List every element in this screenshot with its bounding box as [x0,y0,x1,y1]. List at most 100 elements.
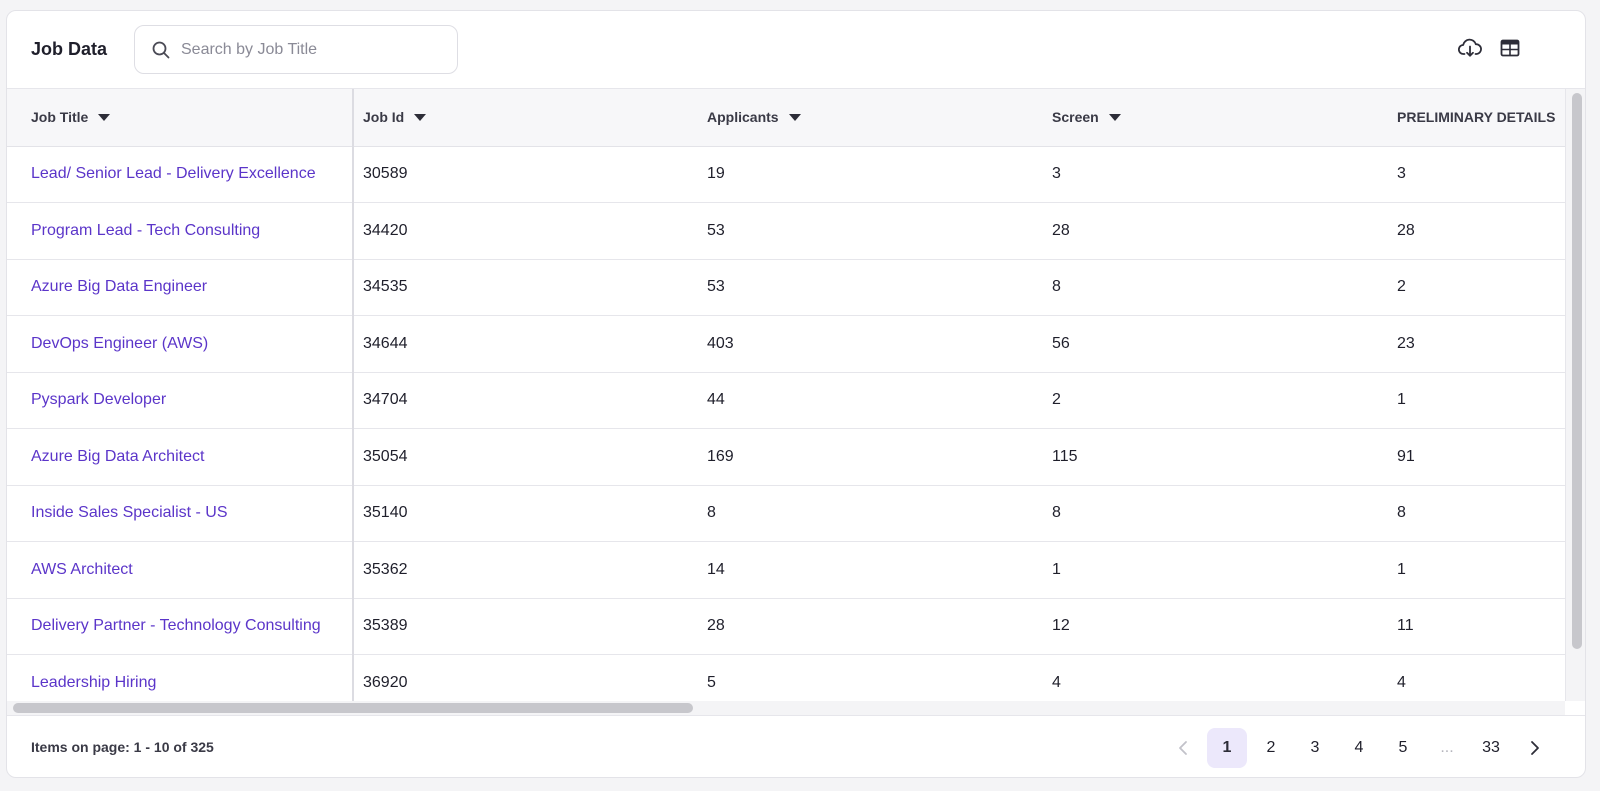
table-row: Azure Big Data Architect 35054 169 115 9… [7,428,1565,486]
page-button-2[interactable]: 2 [1251,728,1291,768]
items-on-page-label: Items on page: 1 - 10 of 325 [31,739,214,755]
applicants-cell: 169 [698,428,1043,486]
table-row: Azure Big Data Engineer 34535 53 8 2 [7,259,1565,316]
screen-cell: 28 [1043,202,1388,260]
table-columns-icon [1500,39,1520,62]
preliminary-cell: 11 [1388,598,1565,655]
cloud-download-icon [1457,37,1482,64]
applicants-cell: 53 [698,202,1043,260]
chevron-left-icon [1177,740,1189,756]
preliminary-cell: 23 [1388,315,1565,373]
page-button-3[interactable]: 3 [1295,728,1335,768]
job-table: Job Title Job Id Applicants Screen PRELI… [7,89,1565,701]
page-ellipsis: ... [1440,739,1454,756]
job-title-link[interactable]: Leadership Hiring [31,674,156,691]
col-header-applicants[interactable]: Applicants [698,89,1043,147]
job-id-cell: 34420 [353,202,698,260]
table-row: Pyspark Developer 34704 44 2 1 [7,372,1565,429]
job-data-card: Job Data Search by Job Title Job Title J… [6,10,1586,778]
screen-cell: 3 [1043,146,1388,203]
applicants-cell: 403 [698,315,1043,373]
screen-cell: 12 [1043,598,1388,655]
horizontal-scroll-thumb[interactable] [13,703,693,713]
screen-cell: 8 [1043,485,1388,542]
job-title-link[interactable]: Inside Sales Specialist - US [31,504,228,521]
preliminary-cell: 28 [1388,202,1565,260]
table-row: AWS Architect 35362 14 1 1 [7,541,1565,599]
preliminary-cell: 2 [1388,259,1565,316]
job-id-cell: 35140 [353,485,698,542]
sort-caret-icon[interactable] [1108,114,1121,122]
col-header-preliminary-details[interactable]: PRELIMINARY DETAILS [1388,89,1565,147]
job-id-cell: 30589 [353,146,698,203]
job-title-link[interactable]: Pyspark Developer [31,391,166,408]
job-title-link[interactable]: Lead/ Senior Lead - Delivery Excellence [31,165,316,182]
page-button-5[interactable]: 5 [1383,728,1423,768]
screen-cell: 56 [1043,315,1388,373]
preliminary-cell: 1 [1388,541,1565,599]
screen-cell: 2 [1043,372,1388,429]
screen-cell: 4 [1043,654,1388,701]
search-icon [151,40,171,60]
next-page-button[interactable] [1515,728,1555,768]
applicants-cell: 14 [698,541,1043,599]
search-box[interactable] [134,25,458,74]
page-button-33[interactable]: 33 [1471,728,1511,768]
applicants-cell: 19 [698,146,1043,203]
screen-cell: 115 [1043,428,1388,486]
job-id-cell: 34704 [353,372,698,429]
table-footer: Items on page: 1 - 10 of 325 1 2 3 4 5 .… [7,715,1585,777]
chevron-right-icon [1529,740,1541,756]
job-id-cell: 34644 [353,315,698,373]
search-input[interactable] [181,36,441,64]
table-row: Leadership Hiring 36920 5 4 4 [7,654,1565,701]
table-row: DevOps Engineer (AWS) 34644 403 56 23 [7,315,1565,373]
sort-caret-icon[interactable] [98,114,111,122]
sort-caret-icon[interactable] [788,114,801,122]
preliminary-cell: 8 [1388,485,1565,542]
preliminary-cell: 91 [1388,428,1565,486]
table-row: Inside Sales Specialist - US 35140 8 8 8 [7,485,1565,542]
job-id-cell: 36920 [353,654,698,701]
preliminary-cell: 1 [1388,372,1565,429]
preliminary-cell: 4 [1388,654,1565,701]
applicants-cell: 8 [698,485,1043,542]
col-header-job-id[interactable]: Job Id [353,89,698,147]
sort-caret-icon[interactable] [414,114,427,122]
vertical-scroll-thumb[interactable] [1572,93,1582,649]
pagination: 1 2 3 4 5 ... 33 [1159,728,1555,768]
page-button-4[interactable]: 4 [1339,728,1379,768]
job-title-link[interactable]: Program Lead - Tech Consulting [31,222,260,239]
card-header: Job Data [7,11,1585,89]
table-row: Program Lead - Tech Consulting 34420 53 … [7,202,1565,260]
applicants-cell: 28 [698,598,1043,655]
job-id-cell: 35389 [353,598,698,655]
applicants-cell: 44 [698,372,1043,429]
col-header-screen[interactable]: Screen [1043,89,1388,147]
vertical-scrollbar[interactable] [1565,89,1585,701]
job-id-cell: 35362 [353,541,698,599]
applicants-cell: 53 [698,259,1043,316]
table-row: Delivery Partner - Technology Consulting… [7,598,1565,655]
screen-cell: 8 [1043,259,1388,316]
job-title-link[interactable]: Azure Big Data Architect [31,448,204,465]
page-button-1[interactable]: 1 [1207,728,1247,768]
table-row: Lead/ Senior Lead - Delivery Excellence … [7,146,1565,203]
columns-button[interactable] [1497,38,1523,62]
horizontal-scrollbar[interactable] [7,701,1565,715]
job-id-cell: 34535 [353,259,698,316]
job-title-link[interactable]: AWS Architect [31,561,133,578]
col-header-job-title[interactable]: Job Title [7,89,354,147]
job-title-link[interactable]: DevOps Engineer (AWS) [31,335,208,352]
page-title: Job Data [31,39,108,59]
download-button[interactable] [1457,38,1483,62]
job-table-viewport: Job Title Job Id Applicants Screen PRELI… [7,89,1565,701]
screen-cell: 1 [1043,541,1388,599]
job-id-cell: 35054 [353,428,698,486]
applicants-cell: 5 [698,654,1043,701]
table-header-row: Job Title Job Id Applicants Screen PRELI… [7,89,1565,147]
job-title-link[interactable]: Azure Big Data Engineer [31,278,207,295]
job-title-link[interactable]: Delivery Partner - Technology Consulting [31,617,321,634]
prev-page-button[interactable] [1163,728,1203,768]
preliminary-cell: 3 [1388,146,1565,203]
